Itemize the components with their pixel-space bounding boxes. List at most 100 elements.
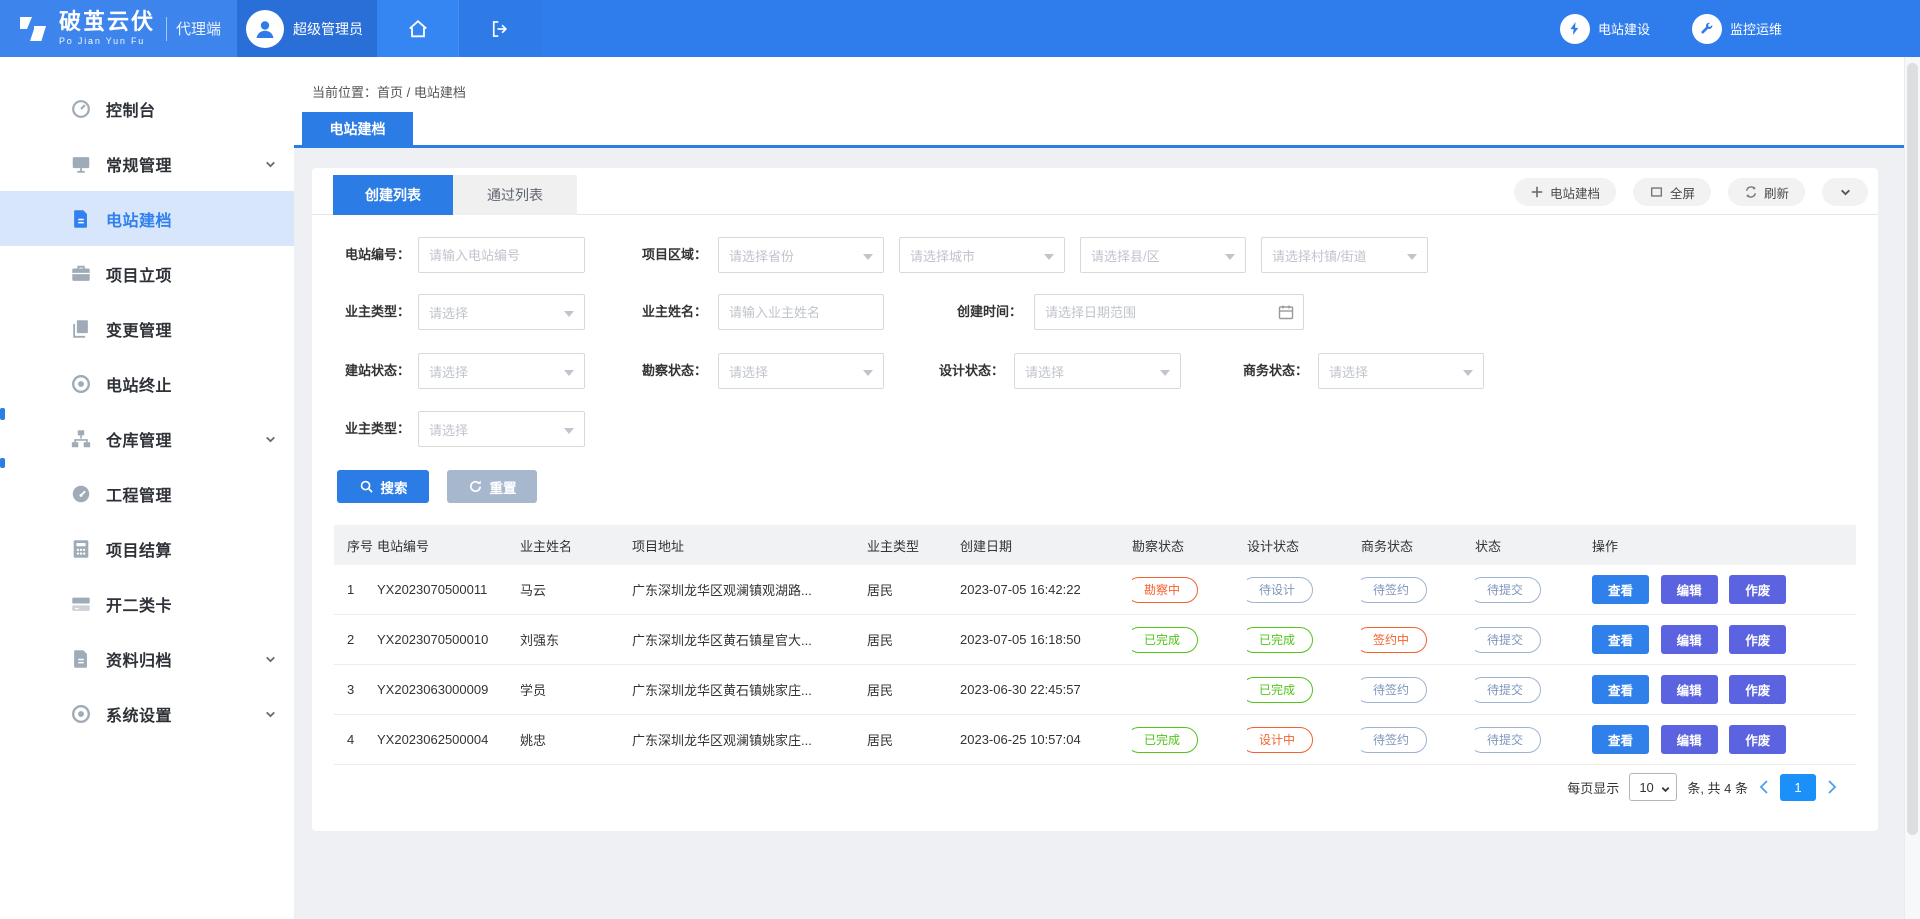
sidebar-item-station-termination[interactable]: 电站终止 — [0, 356, 294, 411]
sidebar-item-class2-card[interactable]: 开二类卡 — [0, 576, 294, 631]
nav-monitor-ops[interactable]: 监控运维 — [1692, 14, 1782, 44]
chevron-down-icon — [264, 433, 277, 446]
caret-down-icon — [564, 311, 574, 317]
sidebar-item-station-archive[interactable]: 电站建档 — [0, 191, 294, 246]
page-number-button[interactable]: 1 — [1780, 774, 1816, 801]
sidebar-item-project-initiation[interactable]: 项目立项 — [0, 246, 294, 301]
edit-button[interactable]: 编辑 — [1661, 625, 1718, 654]
status-badge: 待签约 — [1361, 577, 1427, 603]
col-survey-status: 勘察状态 — [1132, 536, 1247, 555]
page-scrollbar — [1904, 57, 1920, 919]
nav-monitor-ops-label: 监控运维 — [1730, 19, 1782, 38]
calculator-icon — [70, 538, 92, 560]
col-design-status: 设计状态 — [1247, 536, 1361, 555]
sidebar-item-change-mgmt[interactable]: 变更管理 — [0, 301, 294, 356]
city-select[interactable]: 请选择城市 — [899, 237, 1065, 273]
monitor-icon — [70, 153, 92, 175]
user-menu[interactable]: 超级管理员 — [237, 0, 377, 57]
date-range-input[interactable] — [1034, 294, 1304, 330]
sidebar-item-console[interactable]: 控制台 — [0, 81, 294, 136]
nav-station-build[interactable]: 电站建设 — [1560, 14, 1650, 44]
sidebar-item-system-settings[interactable]: 系统设置 — [0, 686, 294, 741]
brand-logo: 破茧云伏 Po Jian Yun Fu 代理端 — [0, 0, 237, 57]
owner-type2-select[interactable]: 请选择 — [418, 411, 585, 447]
status-badge: 待签约 — [1361, 677, 1427, 703]
collapse-toolbar-button[interactable] — [1822, 178, 1868, 206]
content-card: 创建列表 通过列表 电站建档 全屏 刷新 — [312, 168, 1878, 831]
col-station-code: 电站编号 — [377, 536, 520, 555]
document-icon — [70, 208, 92, 230]
business-status-select[interactable]: 请选择 — [1318, 353, 1484, 389]
brand-logo-icon — [16, 14, 50, 44]
brand-divider — [166, 17, 167, 41]
create-time-range — [1034, 294, 1304, 330]
design-status-select[interactable]: 请选择 — [1014, 353, 1181, 389]
survey-status-label: 勘察状态： — [627, 353, 707, 389]
main-area: 当前位置：首页 / 电站建档 电站建档 创建列表 通过列表 电站建档 全屏 — [294, 57, 1920, 919]
status-badge: 已完成 — [1247, 627, 1313, 653]
survey-status-select[interactable]: 请选择 — [718, 353, 884, 389]
build-status-select[interactable]: 请选择 — [418, 353, 585, 389]
record-circle-icon — [70, 373, 92, 395]
station-code-input[interactable] — [418, 237, 585, 273]
sidebar-item-data-archive[interactable]: 资料归档 — [0, 631, 294, 686]
total-count-label: 条, 共 4 条 — [1687, 778, 1748, 797]
col-address: 项目地址 — [632, 536, 867, 555]
village-select[interactable]: 请选择村镇/街道 — [1261, 237, 1428, 273]
status-badge: 勘察中 — [1132, 577, 1198, 603]
card-header: 创建列表 通过列表 电站建档 全屏 刷新 — [312, 168, 1878, 215]
breadcrumb-path[interactable]: 首页 / 电站建档 — [377, 85, 466, 100]
search-button[interactable]: 搜索 — [337, 470, 429, 503]
caret-down-icon — [863, 370, 873, 376]
col-created: 创建日期 — [960, 536, 1132, 555]
per-page-select[interactable]: 10 — [1629, 773, 1677, 801]
edit-button[interactable]: 编辑 — [1661, 575, 1718, 604]
view-button[interactable]: 查看 — [1592, 725, 1649, 754]
caret-down-icon — [1463, 370, 1473, 376]
chevron-down-icon — [264, 158, 277, 171]
view-button[interactable]: 查看 — [1592, 575, 1649, 604]
create-station-button[interactable]: 电站建档 — [1514, 178, 1616, 206]
table-header-row: 序号 电站编号 业主姓名 项目地址 业主类型 创建日期 勘察状态 设计状态 商务… — [334, 525, 1856, 565]
fullscreen-button[interactable]: 全屏 — [1633, 178, 1711, 206]
tab-create-list[interactable]: 创建列表 — [333, 175, 453, 215]
county-select[interactable]: 请选择县/区 — [1080, 237, 1246, 273]
home-button[interactable] — [377, 0, 458, 57]
col-owner-name: 业主姓名 — [520, 536, 632, 555]
void-button[interactable]: 作废 — [1729, 625, 1786, 654]
scrollbar-thumb[interactable] — [1907, 63, 1918, 835]
sidebar-item-general-mgmt[interactable]: 常规管理 — [0, 136, 294, 191]
sidebar-item-engineering-mgmt[interactable]: 工程管理 — [0, 466, 294, 521]
tab-passed-list[interactable]: 通过列表 — [453, 175, 577, 215]
sidebar-item-project-settlement[interactable]: 项目结算 — [0, 521, 294, 576]
table-row: 3 YX2023063000009 学员 广东深圳龙华区黄石镇姚家庄... 居民… — [334, 665, 1856, 715]
void-button[interactable]: 作废 — [1729, 725, 1786, 754]
brand-edition: 代理端 — [176, 18, 221, 39]
view-button[interactable]: 查看 — [1592, 625, 1649, 654]
prev-page-icon[interactable] — [1758, 779, 1770, 795]
design-status-label: 设计状态： — [924, 353, 1004, 389]
wrench-icon — [1699, 21, 1714, 36]
region-label: 项目区域： — [627, 237, 707, 273]
owner-type-select[interactable]: 请选择 — [418, 294, 585, 330]
reset-button[interactable]: 重置 — [447, 470, 537, 503]
province-select[interactable]: 请选择省份 — [718, 237, 884, 273]
file-icon — [70, 648, 92, 670]
status-badge: 设计中 — [1247, 727, 1313, 753]
void-button[interactable]: 作废 — [1729, 575, 1786, 604]
sidebar-item-warehouse-mgmt[interactable]: 仓库管理 — [0, 411, 294, 466]
table-row: 1 YX2023070500011 马云 广东深圳龙华区观澜镇观湖路... 居民… — [334, 565, 1856, 615]
owner-name-input[interactable] — [718, 294, 884, 330]
edit-button[interactable]: 编辑 — [1661, 675, 1718, 704]
user-icon — [253, 17, 277, 41]
status-badge: 待提交 — [1475, 627, 1541, 653]
void-button[interactable]: 作废 — [1729, 675, 1786, 704]
next-page-icon[interactable] — [1826, 779, 1838, 795]
chevron-down-icon — [1660, 784, 1671, 795]
refresh-button[interactable]: 刷新 — [1728, 178, 1805, 206]
page-tab-station-archive[interactable]: 电站建档 — [302, 112, 413, 145]
view-button[interactable]: 查看 — [1592, 675, 1649, 704]
avatar — [246, 10, 284, 48]
logout-button[interactable] — [458, 0, 541, 57]
edit-button[interactable]: 编辑 — [1661, 725, 1718, 754]
